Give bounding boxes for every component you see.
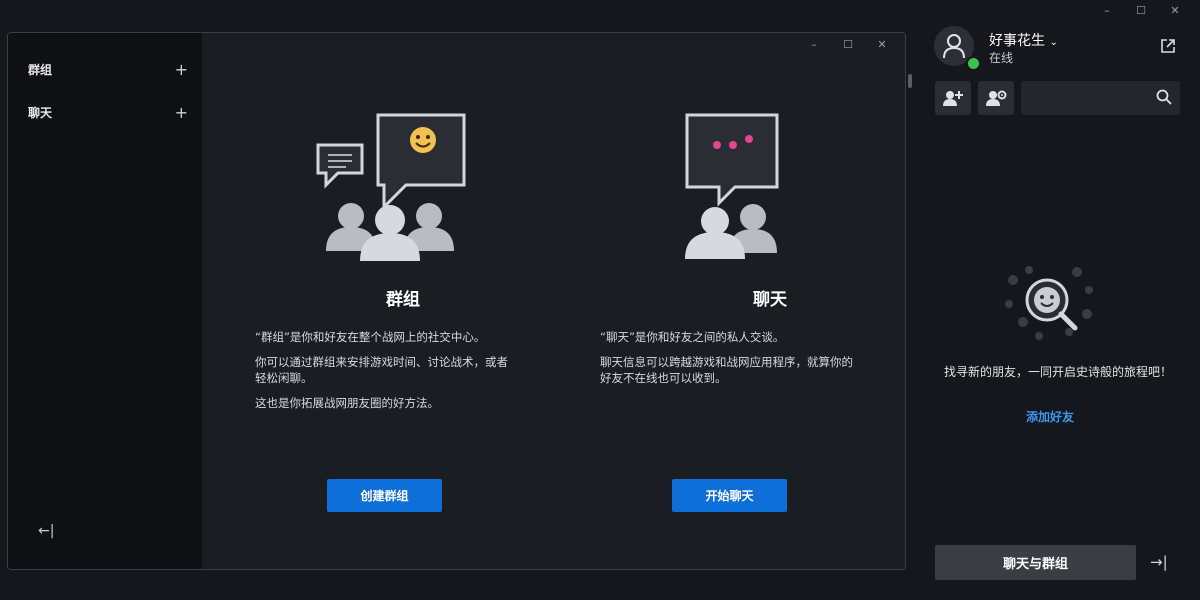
chat-description: “聊天”是你和好友之间的私人交谈。 聊天信息可以跨越游戏和战网应用程序，就算你的… (600, 329, 860, 395)
scrollbar[interactable] (908, 74, 912, 88)
chat-title: 聊天 (753, 290, 787, 310)
manage-friends-button[interactable] (978, 81, 1014, 115)
inner-minimize-button[interactable]: – (797, 35, 831, 53)
groups-title: 群组 (386, 290, 420, 310)
groups-description: “群组”是你和好友在整个战网上的社交中心。 你可以通过群组来安排游戏时间、讨论战… (255, 329, 515, 420)
collapse-sidebar-icon[interactable]: ←| (38, 523, 54, 539)
add-friend-link[interactable]: 添加好友 (924, 408, 1176, 425)
external-link-icon (1161, 39, 1175, 53)
chat-desc-line: “聊天”是你和好友之间的私人交谈。 (600, 330, 785, 344)
username[interactable]: 好事花生 ⌄ (989, 30, 1058, 50)
add-group-icon[interactable]: + (175, 60, 188, 79)
inner-close-button[interactable]: ✕ (865, 35, 899, 53)
friend-settings-icon (986, 90, 1007, 106)
inner-window-controls: – ☐ ✕ (797, 35, 899, 53)
groups-desc-line: 这也是你拓展战网朋友圈的好方法。 (255, 396, 439, 410)
groups-desc-line: 你可以通过群组来安排游戏时间、讨论战术，或者轻松闲聊。 (255, 355, 508, 385)
sidebar-item-chat[interactable]: 聊天 + (28, 102, 188, 122)
friend-search-box (1021, 81, 1180, 115)
inner-maximize-button[interactable]: ☐ (831, 35, 865, 53)
add-chat-icon[interactable]: + (175, 103, 188, 122)
add-friend-button[interactable] (935, 81, 971, 115)
user-avatar-icon (943, 34, 965, 59)
sidebar-item-label: 群组 (28, 62, 53, 77)
empty-friends-message: 找寻新的朋友，一同开启史诗般的旅程吧！ (943, 365, 1172, 379)
status-text: 在线 (989, 51, 1014, 65)
search-icon[interactable] (1156, 89, 1172, 105)
create-group-button[interactable]: 创建群组 (327, 479, 442, 512)
chat-sidebar: 群组 + 聊天 + ←| (8, 33, 202, 569)
username-text: 好事花生 (989, 33, 1045, 49)
chat-desc-line: 聊天信息可以跨越游戏和战网应用程序，就算你的好友不在线也可以收到。 (600, 355, 853, 385)
chevron-down-icon: ⌄ (1049, 37, 1058, 48)
chat-and-groups-button[interactable]: 聊天与群组 (935, 545, 1136, 580)
add-friend-icon (943, 91, 963, 106)
popout-icon[interactable] (1160, 38, 1176, 58)
chat-groups-window: 群组 + 聊天 + ←| – ☐ ✕ 群组 “群组”是你和好友在整个战网上的社交… (7, 32, 906, 570)
exit-panel-icon[interactable]: →| (1150, 553, 1168, 571)
friend-search-input[interactable] (1027, 85, 1156, 113)
friends-panel: 好事花生 ⌄ 在线 找寻新的朋友，一同开启史诗般的旅程吧！ 添加好友 聊天与群组… (924, 14, 1200, 600)
online-status-indicator (966, 56, 981, 71)
start-chat-button[interactable]: 开始聊天 (672, 479, 787, 512)
sidebar-item-label: 聊天 (28, 105, 53, 120)
sidebar-item-groups[interactable]: 群组 + (28, 59, 188, 79)
group-chat-illustration-icon (316, 113, 466, 261)
private-chat-illustration-icon (685, 113, 779, 259)
groups-desc-line: “群组”是你和好友在整个战网上的社交中心。 (255, 330, 486, 344)
find-friends-illustration-icon (1005, 266, 1093, 340)
